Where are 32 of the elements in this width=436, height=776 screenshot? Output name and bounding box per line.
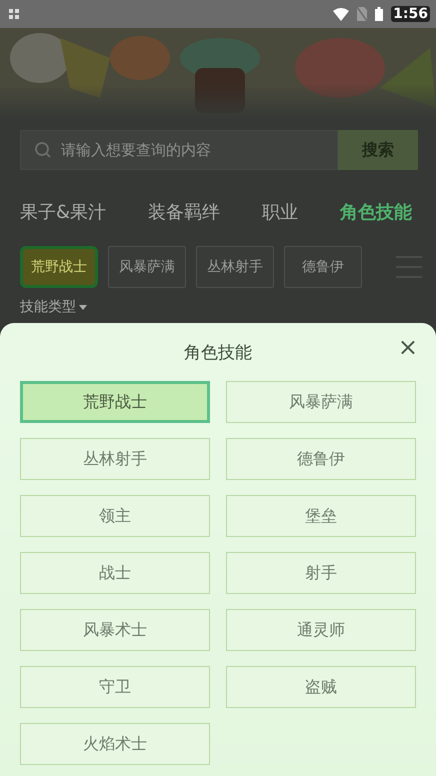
category-tab[interactable]: 装备羁绊 xyxy=(148,200,220,224)
class-option[interactable]: 领主 xyxy=(20,495,210,537)
class-option[interactable]: 荒野战士 xyxy=(20,381,210,423)
class-chip[interactable]: 风暴萨满 xyxy=(108,246,186,288)
category-tab[interactable]: 果子&果汁 xyxy=(20,200,106,224)
filter-label[interactable]: 技能类型 xyxy=(20,298,76,316)
class-chip[interactable]: 丛林射手 xyxy=(196,246,274,288)
close-button[interactable]: × xyxy=(398,335,418,359)
class-option[interactable]: 丛林射手 xyxy=(20,438,210,480)
category-tab[interactable]: 职业 xyxy=(262,200,298,224)
no-sim-icon xyxy=(357,7,368,21)
wifi-icon xyxy=(333,8,350,20)
category-tab[interactable]: 角色技能 xyxy=(340,200,412,224)
class-option[interactable]: 战士 xyxy=(20,552,210,594)
class-option[interactable]: 风暴萨满 xyxy=(226,381,416,423)
class-option[interactable]: 堡垒 xyxy=(226,495,416,537)
search-field[interactable]: 请输入想要查询的内容 xyxy=(20,130,338,170)
class-chip[interactable]: 荒野战士 xyxy=(20,246,98,288)
battery-icon xyxy=(375,7,384,21)
caret-icon xyxy=(79,304,87,310)
class-option[interactable]: 火焰术士 xyxy=(20,723,210,765)
class-option[interactable]: 通灵师 xyxy=(226,609,416,651)
status-time: 1:56 xyxy=(391,6,430,22)
notification-icon xyxy=(8,8,20,20)
class-option[interactable]: 守卫 xyxy=(20,666,210,708)
class-option[interactable]: 德鲁伊 xyxy=(226,438,416,480)
class-chip[interactable]: 德鲁伊 xyxy=(284,246,362,288)
class-option[interactable]: 风暴术士 xyxy=(20,609,210,651)
sheet-title: 角色技能 xyxy=(184,342,252,364)
class-option[interactable]: 射手 xyxy=(226,552,416,594)
class-option[interactable]: 盗贼 xyxy=(226,666,416,708)
search-icon xyxy=(34,141,52,159)
